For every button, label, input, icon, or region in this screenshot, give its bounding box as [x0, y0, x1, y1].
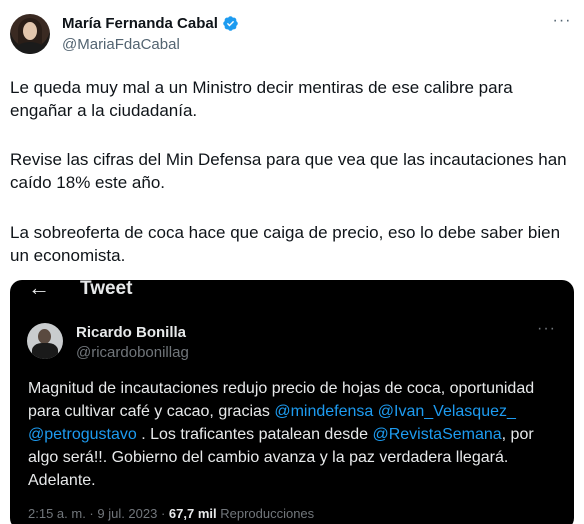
embedded-mention: @petrogustavo — [28, 426, 137, 443]
embedded-more-options-icon: ··· — [537, 320, 556, 337]
author-name-row: María Fernanda Cabal — [62, 15, 239, 32]
embedded-avatar-suit-shape — [32, 343, 58, 359]
embedded-header: ← Tweet — [10, 280, 574, 320]
avatar-face-shape — [23, 22, 37, 40]
embedded-views-count: 67,7 mil — [168, 506, 217, 521]
author-name[interactable]: María Fernanda Cabal — [62, 15, 218, 32]
embedded-author-handle: @ricardobonillag — [76, 344, 189, 361]
embedded-author-avatar — [27, 323, 63, 359]
embedded-meta: 2:15 a. m. · 9 jul. 2023 · 67,7 mil Repr… — [28, 506, 314, 521]
embedded-tweet-text: Magnitud de incautaciones redujo precio … — [28, 377, 566, 492]
verified-badge-icon — [223, 16, 238, 31]
tweet-paragraph-2: Revise las cifras del Min Defensa para q… — [10, 150, 567, 192]
more-options-icon[interactable]: ··· — [552, 13, 572, 32]
embedded-text-segment: . Los traficantes patalean desde — [136, 426, 373, 443]
tweet-paragraph-3: La sobreoferta de coca hace que caiga de… — [10, 223, 561, 265]
embedded-avatar-head-shape — [38, 329, 51, 344]
embedded-mention: @RevistaSemana — [372, 426, 502, 443]
embedded-tweet-screenshot[interactable]: ← Tweet Ricardo Bonilla @ricardobonillag… — [10, 280, 574, 524]
embedded-author-name: Ricardo Bonilla — [76, 324, 187, 341]
embedded-mention: @Ivan_Velasquez_ — [377, 403, 516, 420]
author-handle[interactable]: @MariaFdaCabal — [62, 36, 180, 53]
tweet-header: María Fernanda Cabal @MariaFdaCabal ··· — [10, 13, 574, 60]
embedded-timestamp: 2:15 a. m. · 9 jul. 2023 · — [28, 506, 169, 521]
author-avatar[interactable] — [10, 14, 50, 54]
tweet-paragraph-1: Le queda muy mal a un Ministro decir men… — [10, 78, 513, 120]
embedded-views-label: Reproducciones — [216, 506, 315, 521]
embedded-mention: @mindefensa — [274, 403, 374, 420]
back-arrow-icon: ← — [28, 280, 50, 300]
embedded-header-title: Tweet — [80, 280, 133, 299]
